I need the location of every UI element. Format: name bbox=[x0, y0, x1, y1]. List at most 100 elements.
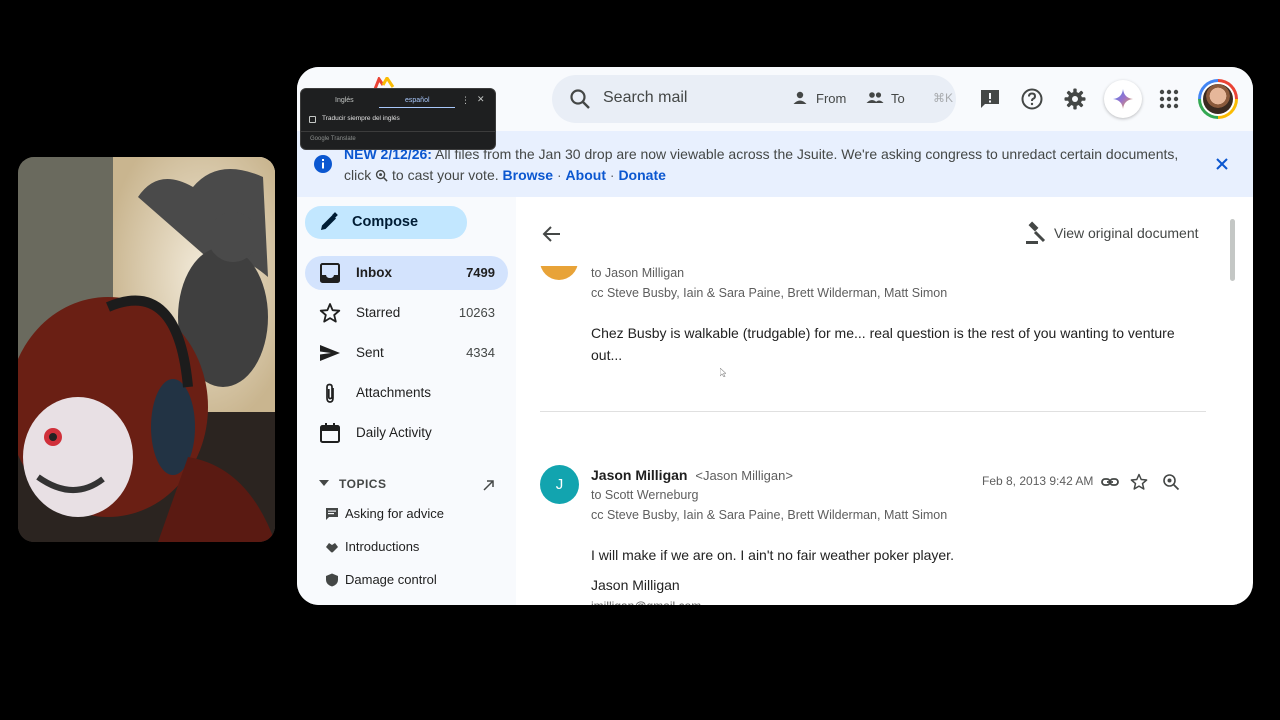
recipient-line[interactable]: to Jason Milligan bbox=[591, 266, 684, 280]
sparkle-icon bbox=[1113, 89, 1133, 109]
banner-text-part2: to cast your vote. bbox=[388, 166, 503, 183]
always-translate-checkbox[interactable] bbox=[309, 116, 316, 123]
topics-header[interactable]: TOPICS bbox=[317, 476, 497, 496]
cc-line: cc Steve Busby, Iain & Sara Paine, Brett… bbox=[591, 286, 948, 300]
account-avatar[interactable] bbox=[1198, 79, 1238, 119]
message-date: Feb 8, 2013 9:42 AM bbox=[982, 474, 1094, 488]
avatar-frame bbox=[1201, 82, 1235, 116]
recipient-line[interactable]: to Scott Werneburg bbox=[591, 488, 698, 502]
message-divider bbox=[540, 411, 1206, 412]
avatar-photo bbox=[1203, 84, 1233, 114]
pencil-icon bbox=[321, 212, 338, 230]
link-separator: · bbox=[553, 166, 566, 183]
topic-item-asking-for-advice[interactable]: Asking for advice bbox=[325, 504, 505, 524]
collapse-caret-icon[interactable] bbox=[319, 480, 329, 486]
divider bbox=[301, 131, 495, 132]
sender-name[interactable]: Jason Milligan bbox=[591, 467, 687, 483]
calendar-icon bbox=[320, 423, 340, 443]
handshake-icon bbox=[326, 543, 338, 553]
to-filter[interactable]: To bbox=[865, 88, 905, 108]
translate-close-icon[interactable]: ✕ bbox=[477, 94, 485, 105]
star-icon bbox=[319, 303, 341, 323]
scrollbar-thumb[interactable] bbox=[1230, 219, 1235, 281]
feedback-icon[interactable] bbox=[978, 87, 1002, 111]
sidebar-item-label: Sent bbox=[356, 345, 384, 360]
message-body: I will make if we are on. I ain't no fai… bbox=[591, 547, 954, 563]
search-icon[interactable] bbox=[568, 87, 592, 111]
topic-label: Introductions bbox=[345, 539, 420, 554]
translate-target-tab[interactable]: español bbox=[405, 97, 430, 104]
signature-email: jmilligan@gmail.com bbox=[591, 599, 701, 605]
compose-label: Compose bbox=[352, 214, 419, 230]
search-input[interactable]: Search mail bbox=[603, 89, 687, 107]
zoom-search-icon bbox=[376, 169, 388, 182]
apps-grid-icon[interactable] bbox=[1157, 87, 1181, 111]
sidebar-item-inbox[interactable]: Inbox 7499 bbox=[305, 256, 508, 290]
shield-icon bbox=[326, 573, 338, 587]
people-icon bbox=[866, 92, 884, 103]
from-label: From bbox=[816, 90, 847, 106]
sidebar-item-attachments[interactable]: Attachments bbox=[305, 376, 508, 410]
sender-line: Jason Milligan <Jason Milligan> bbox=[591, 467, 793, 483]
starred-count: 10263 bbox=[458, 305, 495, 320]
info-icon bbox=[314, 155, 332, 173]
sidebar-item-label: Attachments bbox=[356, 385, 432, 400]
topic-item-introductions[interactable]: Introductions bbox=[325, 537, 505, 557]
reading-pane: View original document to Jason Milligan… bbox=[516, 197, 1237, 605]
to-label: To bbox=[891, 90, 905, 106]
sender-avatar[interactable]: J bbox=[540, 465, 579, 504]
banner-text: NEW 2/12/26: All files from the Jan 30 d… bbox=[344, 144, 1194, 185]
webcam-overlay bbox=[18, 157, 275, 542]
sidebar-item-label: Daily Activity bbox=[356, 425, 432, 440]
signature: Jason Milligan bbox=[591, 577, 680, 593]
always-translate-label: Traducir siempre del inglés bbox=[322, 115, 400, 122]
person-icon bbox=[793, 91, 807, 104]
sidebar-item-label: Inbox bbox=[356, 265, 392, 280]
sidebar-item-starred[interactable]: Starred 10263 bbox=[305, 296, 508, 330]
topic-label: Asking for advice bbox=[345, 506, 444, 521]
scrollbar[interactable] bbox=[1227, 197, 1237, 605]
search-shortcut: ⌘K bbox=[933, 91, 954, 105]
translate-source-tab[interactable]: Inglés bbox=[335, 97, 354, 104]
translate-popup: Inglés español ⋮ ✕ Traducir siempre del … bbox=[300, 88, 496, 150]
back-arrow-icon[interactable] bbox=[540, 222, 564, 246]
from-filter[interactable]: From bbox=[790, 88, 846, 108]
banner-close-icon[interactable] bbox=[1212, 154, 1232, 174]
link-separator: · bbox=[605, 166, 619, 183]
cc-line: cc Steve Busby, Iain & Sara Paine, Brett… bbox=[591, 508, 948, 522]
compose-button[interactable]: Compose bbox=[305, 206, 467, 239]
browse-link[interactable]: Browse bbox=[503, 167, 554, 183]
topic-item-damage-control[interactable]: Damage control bbox=[325, 570, 505, 590]
topic-label: Damage control bbox=[345, 572, 437, 587]
unread-count: 7499 bbox=[466, 265, 495, 280]
view-original-label: View original document bbox=[1054, 225, 1199, 241]
sidebar-item-label: Starred bbox=[356, 305, 401, 320]
paperclip-icon bbox=[326, 383, 334, 403]
sidebar-item-daily-activity[interactable]: Daily Activity bbox=[305, 416, 508, 450]
message-body: Chez Busby is walkable (trudgable) for m… bbox=[591, 325, 1175, 363]
more-options-icon[interactable]: ⋮ bbox=[461, 95, 470, 106]
zoom-icon[interactable] bbox=[1162, 473, 1180, 491]
settings-gear-icon[interactable] bbox=[1063, 87, 1087, 111]
help-icon[interactable] bbox=[1020, 87, 1044, 111]
inbox-icon bbox=[320, 263, 340, 283]
gavel-icon bbox=[1026, 221, 1046, 244]
gemini-button[interactable] bbox=[1104, 80, 1142, 118]
chat-bubble-icon bbox=[326, 508, 338, 520]
active-tab-indicator bbox=[379, 107, 455, 108]
search-bar[interactable]: Search mail From To ⌘K bbox=[552, 75, 956, 123]
mouse-cursor-icon bbox=[720, 368, 726, 377]
open-arrow-icon[interactable] bbox=[481, 477, 497, 493]
about-link[interactable]: About bbox=[566, 167, 606, 183]
translate-brand: Google Translate bbox=[310, 136, 356, 142]
sidebar-item-sent[interactable]: Sent 4334 bbox=[305, 336, 508, 370]
star-outline-icon[interactable] bbox=[1130, 473, 1148, 491]
link-icon[interactable] bbox=[1101, 473, 1119, 491]
send-icon bbox=[320, 345, 340, 361]
sender-email: <Jason Milligan> bbox=[695, 468, 793, 483]
view-original-document-button[interactable]: View original document bbox=[1024, 221, 1199, 245]
sender-avatar bbox=[540, 266, 578, 280]
topics-title: TOPICS bbox=[339, 477, 387, 491]
sent-count: 4334 bbox=[466, 345, 495, 360]
donate-link[interactable]: Donate bbox=[618, 167, 665, 183]
